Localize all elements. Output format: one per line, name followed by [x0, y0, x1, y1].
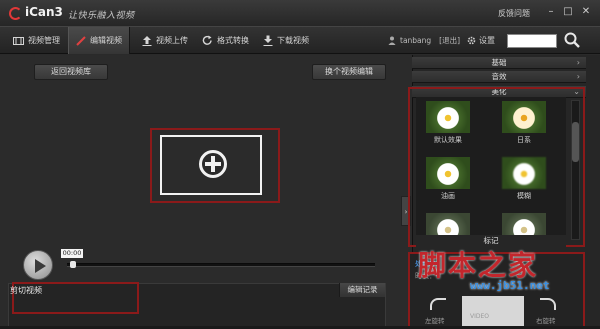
tab-label: 格式转换 [217, 36, 249, 45]
film-icon [13, 36, 24, 45]
tab-download[interactable]: 下载视频 [256, 27, 316, 54]
timecode: 00:00 [61, 249, 83, 258]
tab-label: 编辑视频 [90, 36, 122, 45]
brush-icon [76, 35, 86, 46]
timeline-track[interactable] [67, 263, 375, 267]
refresh-icon [202, 35, 212, 45]
tab-convert[interactable]: 格式转换 [195, 27, 256, 54]
search-icon[interactable] [564, 32, 580, 48]
tab-label: 视频上传 [156, 36, 188, 45]
rotate-right-label: 右旋转 [536, 317, 556, 325]
minimize-button[interactable]: – [544, 5, 558, 19]
rotate-right-icon[interactable] [540, 298, 556, 310]
play-button[interactable] [23, 250, 53, 280]
chevron-right-icon: › [576, 72, 580, 81]
tab-label: 视频管理 [28, 36, 60, 45]
rotate-left-label: 左旋转 [425, 317, 445, 325]
maximize-button[interactable]: □ [561, 5, 575, 19]
preview-text: VIDEO [470, 313, 490, 320]
app-slogan: 让快乐融入视频 [68, 11, 135, 21]
close-button[interactable]: ✕ [579, 5, 593, 19]
tab-video-manage[interactable]: 视频管理 [6, 27, 67, 54]
highlight-box [408, 87, 585, 247]
watermark-url: www.jb51.net [470, 279, 550, 292]
upload-icon [142, 36, 152, 46]
watermark-text: 脚本之家 [418, 249, 539, 282]
section-basic[interactable]: 基础 › [412, 57, 586, 69]
gear-icon [467, 36, 476, 45]
settings-label: 设置 [479, 36, 495, 45]
editor-area: 返回视频库 换个视频编辑 00:00 剪切视频 编辑记录 [0, 55, 412, 329]
scrollbar-thumb[interactable] [572, 122, 579, 162]
timeline-handle[interactable] [70, 261, 76, 268]
edit-history-button[interactable]: 编辑记录 [339, 283, 385, 297]
logo-name: iCan3 [25, 5, 63, 19]
switch-video-button[interactable]: 换个视频编辑 [312, 64, 386, 80]
section-audio[interactable]: 音效 › [412, 71, 586, 83]
tab-edit-video[interactable]: 编辑视频 [68, 27, 130, 54]
user-area: tanbang [退出] [388, 35, 460, 46]
gallery-scrollbar[interactable] [571, 100, 580, 240]
add-video-button[interactable] [160, 135, 262, 195]
back-to-library-button[interactable]: 返回视频库 [34, 64, 108, 80]
feedback-link[interactable]: 反馈问题 [498, 8, 530, 19]
search-input[interactable] [507, 34, 557, 48]
download-icon [263, 35, 273, 46]
plus-circle-icon [199, 150, 227, 178]
title-bar: iCan3 让快乐融入视频 反馈问题 – □ ✕ [0, 0, 600, 26]
section-label: 基础 [491, 58, 507, 67]
rotate-left-icon[interactable] [430, 298, 446, 310]
settings-button[interactable]: 设置 [467, 35, 495, 46]
section-label: 音效 [491, 72, 507, 81]
tab-label: 下载视频 [277, 36, 309, 45]
logout-link[interactable]: [退出] [439, 35, 460, 46]
username: tanbang [400, 36, 432, 45]
user-icon [388, 36, 396, 45]
app-window: iCan3 让快乐融入视频 反馈问题 – □ ✕ 视频管理 编辑视频 视频上传 … [0, 0, 600, 329]
chevron-right-icon: › [576, 58, 580, 67]
tab-upload[interactable]: 视频上传 [135, 27, 195, 54]
clips-title[interactable]: 剪切视频 [10, 285, 42, 296]
logo-icon [9, 7, 22, 20]
